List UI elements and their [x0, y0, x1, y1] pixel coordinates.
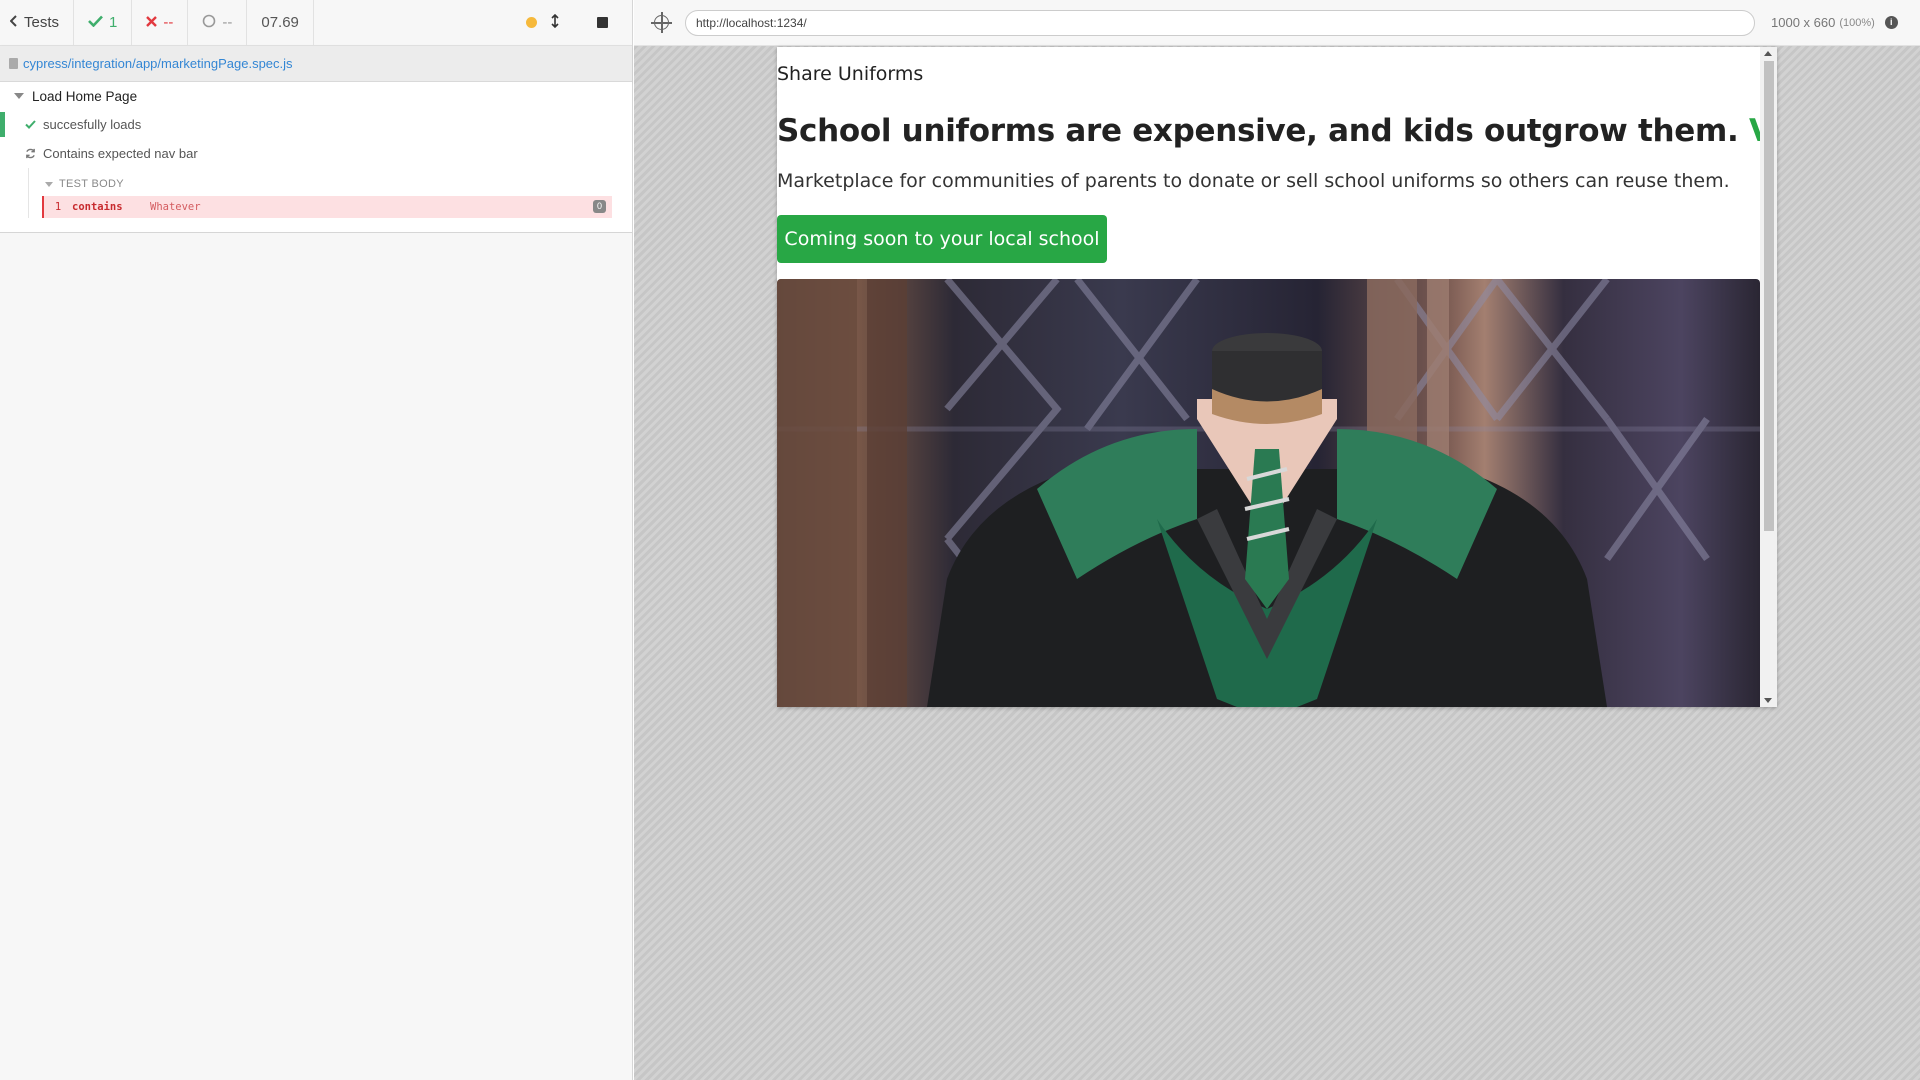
failed-count: -- — [163, 14, 174, 31]
test-row-passed[interactable]: succesfully loads — [0, 110, 632, 139]
run-controls — [516, 0, 632, 45]
coming-soon-button[interactable]: Coming soon to your local school — [777, 215, 1107, 263]
reporter-header: Tests 1 -- -- 07.69 — [0, 0, 632, 46]
test-suite: Load Home Page succesfully loads Contain… — [0, 82, 632, 233]
lead-text: Marketplace for communities of parents t… — [777, 170, 1730, 192]
suite-title: Load Home Page — [32, 88, 138, 104]
file-icon — [9, 58, 18, 69]
viewport-size: 1000 x 660 — [1771, 15, 1836, 30]
test-row-running[interactable]: Contains expected nav bar — [0, 139, 632, 168]
duration: 07.69 — [247, 0, 314, 45]
scroll-down-icon[interactable] — [1764, 698, 1772, 703]
passed-stat: 1 — [74, 0, 133, 45]
pending-stat: -- — [188, 0, 248, 45]
scroll-up-icon[interactable] — [1764, 51, 1772, 56]
check-icon — [25, 117, 36, 132]
brand-name[interactable]: Share Uniforms — [777, 63, 923, 85]
aut-header: http://localhost:1234/ 1000 x 660 (100%)… — [634, 0, 1920, 46]
suite-row[interactable]: Load Home Page — [0, 82, 632, 110]
command-number: 1 — [54, 201, 62, 213]
command-count-badge: 0 — [593, 200, 606, 213]
x-icon — [146, 14, 158, 31]
test-body: TEST BODY 1 contains Whatever 0 — [28, 168, 612, 218]
caret-down-icon — [14, 93, 24, 99]
test-title: succesfully loads — [43, 117, 142, 132]
headline-text: School uniforms are expensive, and kids … — [777, 113, 1739, 149]
running-indicator-icon — [526, 17, 537, 28]
refresh-icon — [25, 146, 36, 162]
viewport-info: 1000 x 660 (100%) i — [1771, 15, 1898, 30]
pending-count: -- — [222, 14, 233, 31]
stop-icon[interactable] — [597, 17, 608, 28]
back-to-tests-button[interactable]: Tests — [0, 0, 75, 45]
aut-panel: http://localhost:1234/ 1000 x 660 (100%)… — [634, 0, 1920, 1080]
viewport-scale: (100%) — [1839, 16, 1875, 29]
test-body-header[interactable]: TEST BODY — [29, 172, 612, 196]
failed-stat: -- — [132, 0, 189, 45]
page-headline: School uniforms are expensive, and kids … — [777, 113, 1777, 149]
scroll-thumb[interactable] — [1764, 61, 1774, 531]
check-icon — [88, 14, 103, 31]
command-message: Whatever — [150, 201, 201, 213]
passed-count: 1 — [109, 14, 118, 31]
test-title: Contains expected nav bar — [43, 146, 198, 161]
selector-playground-icon[interactable] — [651, 12, 672, 33]
command-row[interactable]: 1 contains Whatever 0 — [42, 196, 612, 218]
spec-file-bar: cypress/integration/app/marketingPage.sp… — [0, 46, 632, 82]
chevron-left-icon — [9, 14, 18, 31]
url-text: http://localhost:1234/ — [696, 15, 807, 30]
caret-down-icon — [45, 181, 53, 187]
hero-image — [777, 279, 1760, 707]
auto-scroll-icon[interactable] — [551, 13, 559, 32]
command-name: contains — [72, 201, 123, 213]
app-iframe: Share Uniforms School uniforms are expen… — [777, 47, 1777, 707]
reporter-panel: Tests 1 -- -- 07.69 cypress/integration/… — [0, 0, 633, 1080]
spec-file-link[interactable]: cypress/integration/app/marketingPage.sp… — [23, 56, 293, 71]
back-label: Tests — [24, 14, 60, 31]
info-icon[interactable]: i — [1884, 16, 1898, 29]
test-body-label: TEST BODY — [59, 178, 124, 190]
page-scrollbar[interactable] — [1760, 47, 1777, 707]
circle-outline-icon — [202, 14, 216, 32]
marketing-page: Share Uniforms School uniforms are expen… — [777, 47, 1777, 707]
url-bar[interactable]: http://localhost:1234/ — [685, 9, 1755, 36]
